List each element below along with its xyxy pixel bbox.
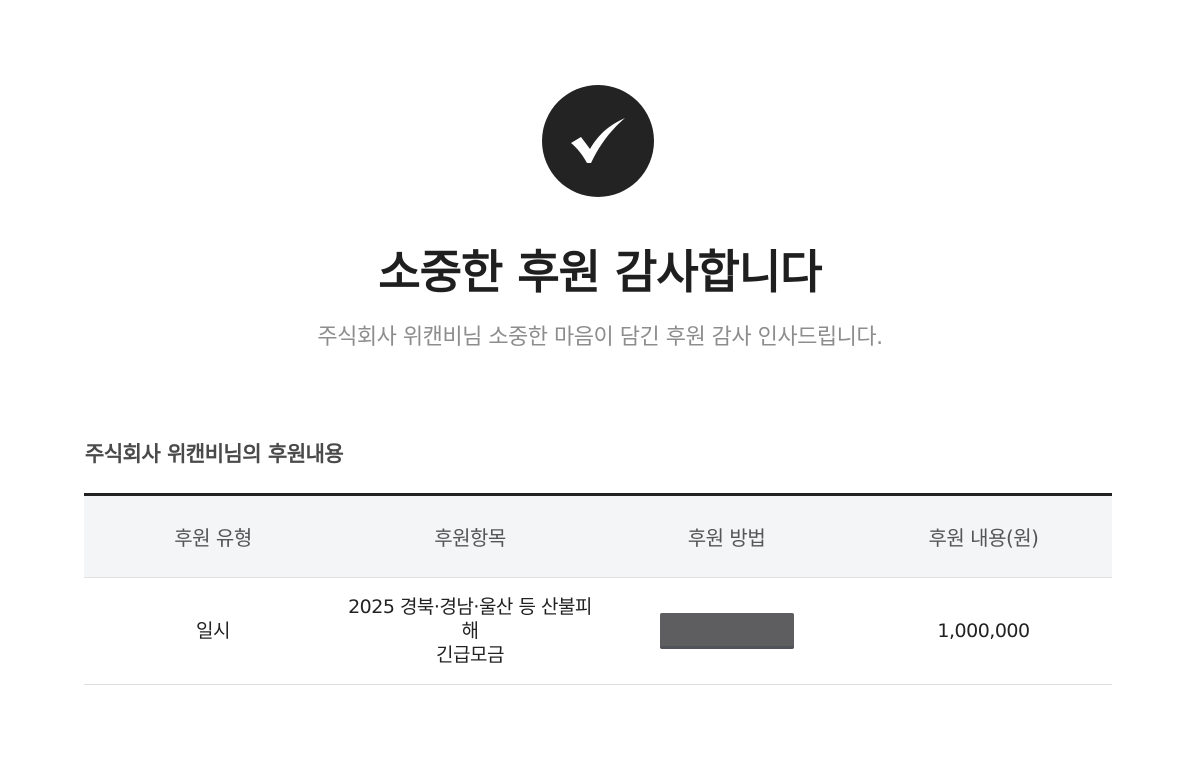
- cell-donation-type: 일시: [196, 620, 230, 642]
- masked-method-block: [659, 613, 794, 649]
- header-donation-method: 후원 방법: [687, 526, 766, 550]
- header-donation-type: 후원 유형: [174, 526, 252, 550]
- donation-item-line1: 2025 경북·경남·울산 등 산불피해: [348, 596, 592, 642]
- section-title: 주식회사 위캔비님의 후원내용: [85, 442, 344, 466]
- header-donation-item: 후원항목: [434, 526, 506, 550]
- cell-donation-item: 2025 경북·경남·울산 등 산불피해 긴급모금: [342, 578, 598, 684]
- cell-donation-amount: 1,000,000: [937, 620, 1030, 642]
- table-header-row: 후원 유형 후원항목 후원 방법 후원 내용(원): [84, 496, 1112, 578]
- cell-donation-method: [598, 578, 855, 684]
- table-row: 일시 2025 경북·경남·울산 등 산불피해 긴급모금 1,000,000: [84, 578, 1112, 685]
- check-icon: [542, 85, 654, 197]
- checkmark-glyph: [571, 118, 625, 163]
- header-donation-amount: 후원 내용(원): [928, 526, 1039, 550]
- donation-item-line2: 긴급모금: [436, 644, 504, 666]
- donation-item-text: 2025 경북·경남·울산 등 산불피해 긴급모금: [342, 595, 598, 667]
- donation-table: 후원 유형 후원항목 후원 방법 후원 내용(원) 일시 2025 경북·경남·…: [84, 493, 1112, 685]
- page-title: 소중한 후원 감사합니다: [378, 245, 822, 299]
- page-subtitle: 주식회사 위캔비님 소중한 마음이 담긴 후원 감사 인사드립니다.: [317, 325, 883, 350]
